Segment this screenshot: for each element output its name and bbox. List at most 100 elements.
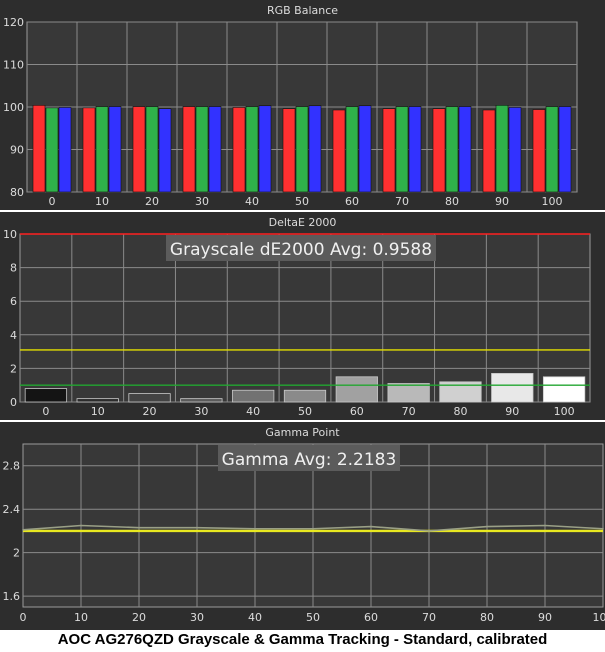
bar-red: [382, 108, 396, 193]
y-tick-label: 6: [10, 295, 17, 308]
bar-blue: [558, 106, 572, 193]
bar-green: [145, 106, 159, 193]
x-tick-label: 30: [195, 195, 209, 208]
bar-blue: [408, 106, 422, 193]
x-tick-label: 50: [306, 611, 320, 624]
chart-title: DeltaE 2000: [269, 216, 337, 229]
bar-blue: [58, 107, 72, 193]
y-tick-label: 90: [10, 144, 24, 157]
bar-blue: [208, 106, 222, 193]
bar-delta-e: [76, 398, 119, 403]
bar-blue: [358, 105, 372, 193]
bar-green: [345, 106, 359, 193]
gamma-point: [602, 527, 604, 530]
gamma-point: [80, 524, 82, 527]
bar-red: [232, 107, 246, 193]
y-tick-label: 80: [10, 186, 24, 199]
x-tick-label: 20: [145, 195, 159, 208]
x-tick-label: 10: [91, 405, 105, 418]
x-tick-label: 50: [298, 405, 312, 418]
bar-blue: [108, 106, 122, 193]
y-tick-label: 110: [3, 59, 24, 72]
bar-blue: [508, 107, 522, 193]
chart-title: RGB Balance: [267, 4, 338, 17]
x-tick-label: 60: [345, 195, 359, 208]
y-tick-label: 2.4: [3, 503, 21, 516]
annotation-text: Gamma Avg: 2.2183: [222, 450, 397, 470]
x-tick-label: 70: [422, 611, 436, 624]
annotation-text: Grayscale dE2000 Avg: 0.9588: [170, 240, 432, 260]
bar-delta-e: [387, 383, 430, 403]
bar-red: [282, 108, 296, 193]
bar-red: [432, 108, 446, 193]
bar-delta-e: [180, 398, 223, 403]
gamma-point: [254, 527, 256, 530]
x-tick-label: 100: [542, 195, 563, 208]
bar-delta-e: [542, 376, 586, 403]
bar-green: [195, 106, 209, 193]
y-tick-label: 2.8: [3, 460, 21, 473]
x-tick-label: 90: [538, 611, 552, 624]
bar-green: [245, 106, 259, 193]
x-tick-label: 0: [49, 195, 56, 208]
calibration-charts: RGB Balance80901001101200 10 20 30 40 50 60 70 8…: [0, 0, 605, 630]
x-tick-label: 40: [246, 405, 260, 418]
x-tick-label: 50: [295, 195, 309, 208]
bar-blue: [308, 105, 322, 193]
x-tick-label: 70: [395, 195, 409, 208]
bar-red: [532, 109, 546, 193]
bar-green: [45, 107, 59, 193]
x-tick-label: 30: [190, 611, 204, 624]
bar-red: [482, 109, 496, 193]
y-tick-label: 4: [10, 329, 17, 342]
gamma-point: [312, 527, 314, 530]
bar-blue: [458, 106, 472, 193]
gamma-point: [196, 526, 198, 529]
x-tick-label: 10: [95, 195, 109, 208]
bar-green: [445, 106, 459, 193]
chart-1: RGB Balance 80 90 100 110 120 0 10 20 30 40 50 60 70 8…: [0, 0, 605, 210]
bar-delta-e: [24, 388, 68, 403]
x-tick-label: 10: [74, 611, 88, 624]
y-tick-label: 10: [3, 228, 17, 241]
bar-blue: [258, 105, 272, 193]
bar-green: [495, 105, 509, 193]
bar-delta-e: [283, 389, 327, 403]
chart-title: Gamma Point: [265, 426, 340, 439]
gamma-point: [138, 526, 140, 529]
y-tick-label: 1.6: [3, 590, 21, 603]
x-tick-label: 80: [445, 195, 459, 208]
bar-green: [95, 106, 109, 193]
x-tick-label: 40: [248, 611, 262, 624]
bar-delta-e: [491, 373, 534, 403]
x-tick-label: 80: [480, 611, 494, 624]
x-tick-label: 0: [20, 611, 27, 624]
y-tick-label: 2: [10, 362, 17, 375]
y-tick-label: 100: [3, 101, 24, 114]
x-tick-label: 100: [554, 405, 575, 418]
gamma-point: [544, 524, 546, 527]
gamma-point: [22, 529, 24, 531]
gamma-point: [428, 530, 430, 532]
bar-blue: [158, 108, 172, 193]
x-tick-label: 20: [143, 405, 157, 418]
x-tick-label: 60: [364, 611, 378, 624]
x-tick-label: 20: [132, 611, 146, 624]
gamma-point: [370, 525, 372, 528]
x-tick-label: 30: [194, 405, 208, 418]
bar-delta-e: [335, 376, 378, 403]
x-tick-label: 80: [453, 405, 467, 418]
bar-green: [395, 106, 409, 193]
chart-2: DeltaE 200002468100 10 20 30 40 50 60 70 80 90 100…: [0, 212, 605, 420]
bar-red: [182, 106, 196, 193]
x-tick-label: 0: [42, 405, 49, 418]
bar-delta-e: [232, 389, 275, 403]
bar-red: [82, 107, 96, 193]
bar-red: [332, 109, 346, 193]
y-tick-label: 2: [13, 547, 20, 560]
y-tick-label: 8: [10, 262, 17, 275]
chart-3: Gamma Point 1.6 2 2.4 2.8 0 10 20 30 40 50 60 70 80 90…: [0, 422, 605, 630]
bar-red: [132, 106, 146, 193]
bar-red: [32, 105, 46, 193]
figure-caption: AOC AG276QZD Grayscale & Gamma Tracking …: [57, 631, 548, 648]
